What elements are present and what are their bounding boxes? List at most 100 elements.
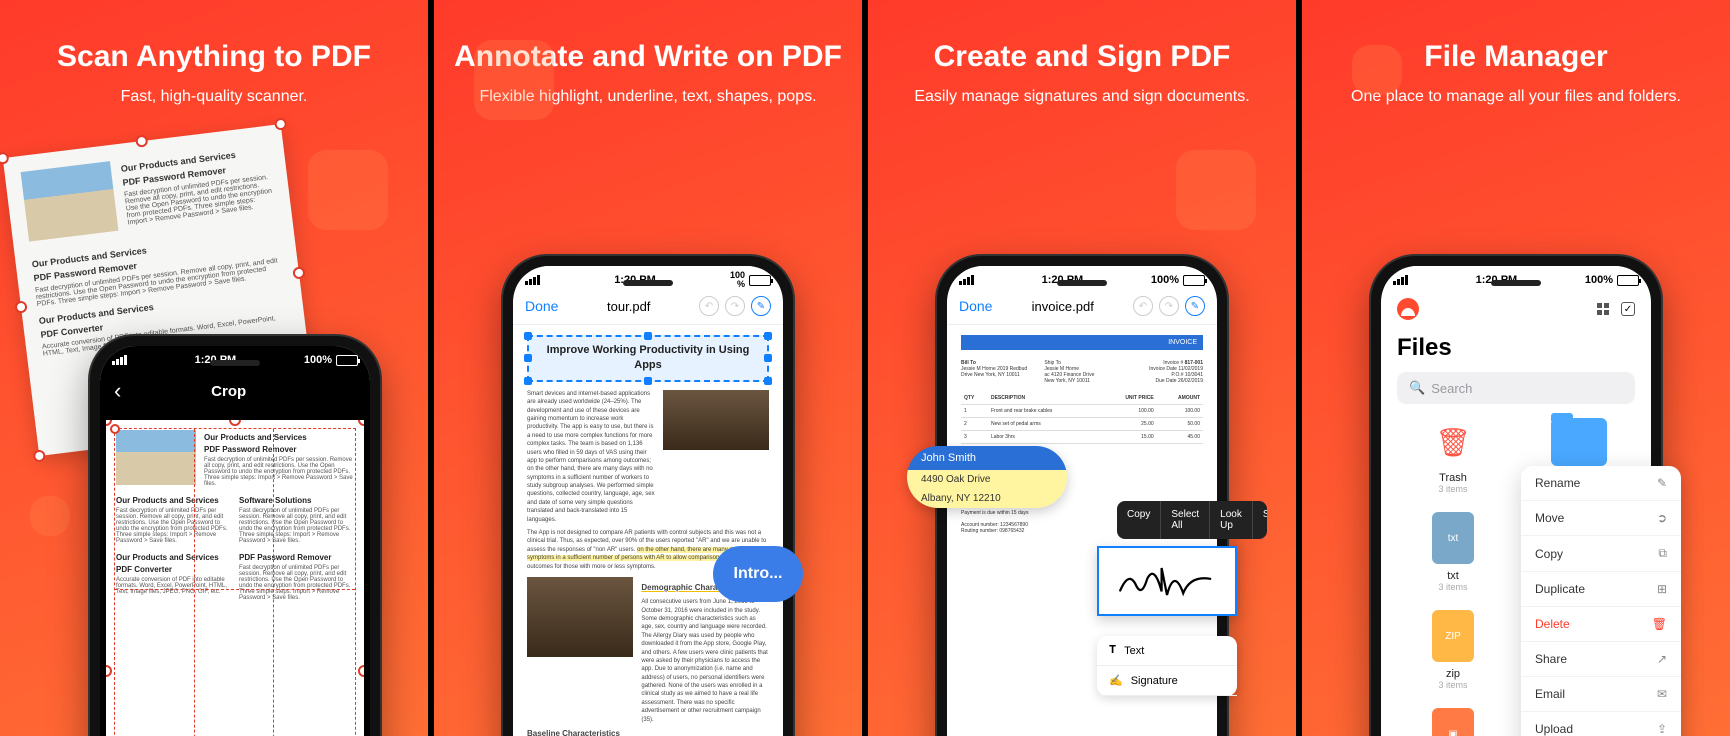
file-name: Trash [1439,472,1467,484]
statusbar-battery-pct: 100% [304,354,332,366]
signer-name: John Smith [907,446,1067,470]
delete-icon: 🗑 [1652,617,1667,631]
file-meta: 3 items [1438,582,1467,592]
doc-image [527,577,633,657]
file-item[interactable]: txttxt3 items [1397,512,1509,592]
pdf-toolbar: Done tour.pdf ↶ ↷ ✎ [513,288,783,325]
ctx-rename[interactable]: Rename✎ [1521,466,1681,501]
body-text: All consecutive users from June 1, 2016 … [641,598,769,724]
trash-icon: 🗑 [1425,418,1481,466]
sign-options-popover: 𝐓Text ✍Signature [1097,636,1237,696]
statusbar-battery-pct: 100% [1585,274,1613,286]
pen-tool-button[interactable]: ✎ [751,296,771,316]
undo-button[interactable]: ↶ [699,296,719,316]
bg-deco [1176,150,1256,230]
headline: File Manager [1414,40,1617,74]
file-item[interactable]: 🗑 Trash3 items [1397,418,1509,494]
battery-icon [749,275,771,286]
search-icon: 🔍 [1409,380,1425,396]
signature-icon: ✍ [1109,674,1123,687]
ship-to: Ship To Jessie M Horne ac 4120 Finance D… [1044,360,1119,384]
ctx-share[interactable]: Share↗ [1521,642,1681,677]
invoice-table: QTYDESCRIPTIONUNIT PRICEAMOUNT 1Front an… [961,392,1203,444]
rename-icon: ✎ [1657,476,1667,490]
ctx-email[interactable]: Email✉ [1521,677,1681,712]
statusbar-battery-pct: 100% [1151,274,1179,286]
address-magnifier: John Smith 4490 Oak Drive Albany, NY 122… [907,446,1067,508]
file-item[interactable]: ZIP zip3 items [1397,610,1509,690]
ctx-copy[interactable]: Copy⧉ [1521,536,1681,572]
file-name: zip [1446,668,1460,680]
redo-button[interactable]: ↷ [725,296,745,316]
battery-icon [1617,275,1639,286]
signal-icon [1393,275,1408,285]
share-icon: ↗ [1657,652,1667,666]
annotation-text: Improve Working Productivity in Using Ap… [547,344,750,371]
ctx-duplicate[interactable]: Duplicate⊞ [1521,572,1681,607]
upload-icon: ⇪ [1657,722,1667,736]
section-heading: Baseline Characteristics [527,728,769,736]
battery-icon [1183,275,1205,286]
invoice-banner: INVOICE [961,335,1203,350]
ctx-look-up[interactable]: Look Up [1210,501,1253,539]
sign-option-signature[interactable]: ✍Signature [1097,666,1237,696]
file-name: txt [1447,570,1459,582]
page-title: Files [1381,330,1651,372]
text-context-menu: Copy Select All Look Up Share... Highlig… [1117,501,1267,539]
terms-text: Payment is due within 15 days [961,510,1029,516]
popup-annotation[interactable]: Intro... [713,546,803,602]
sign-option-text[interactable]: 𝐓Text [1097,636,1237,666]
signature-annotation-selected[interactable] [1097,546,1237,616]
undo-button[interactable]: ↶ [1133,296,1153,316]
done-button[interactable]: Done [959,298,992,314]
ctx-delete[interactable]: Delete🗑 [1521,607,1681,642]
done-button[interactable]: Done [525,298,558,314]
promo-panel-sign: Create and Sign PDF Easily manage signat… [868,0,1296,736]
headline: Scan Anything to PDF [47,40,381,74]
crop-handles[interactable] [106,420,364,736]
ctx-select-all[interactable]: Select All [1161,501,1210,539]
text-icon: 𝐓 [1109,644,1116,657]
signal-icon [525,275,540,285]
file-meta: 3 items [1438,484,1467,494]
address-line: 4490 Oak Drive [907,470,1067,489]
email-icon: ✉ [1657,687,1667,701]
folder-icon [1551,418,1607,466]
ctx-share[interactable]: Share... [1253,501,1267,539]
file-meta: 3 items [1438,680,1467,690]
pdf-viewport[interactable]: Improve Working Productivity in Using Ap… [513,325,783,736]
file-icon: ZIP [1432,610,1474,662]
phone-mockup: 1:20 PM 100% ✓ Files 🔍 Search 🗑Trash3 it… [1371,256,1661,736]
file-icon: txt [1432,512,1474,564]
subline: Fast, high-quality scanner. [91,86,338,108]
body-text: Smart devices and internet-based applica… [527,390,655,524]
ctx-move[interactable]: Move➲ [1521,501,1681,536]
bg-deco [474,40,554,120]
file-item[interactable]: ▣pptx3 items [1397,708,1509,736]
promo-panel-scan: Scan Anything to PDF Fast, high-quality … [0,0,428,736]
signal-icon [959,275,974,285]
phone-mockup: John Smith 4490 Oak Drive Albany, NY 122… [937,256,1227,736]
battery-icon [336,355,358,366]
search-placeholder: Search [1431,381,1472,396]
grid-view-button[interactable] [1597,303,1609,315]
pen-tool-button[interactable]: ✎ [1185,296,1205,316]
phone-mockup: 1:20 PM 100% ‹ Crop Our Products and Ser… [90,336,380,736]
address-line: Albany, NY 12210 [907,489,1067,508]
text-annotation-selected[interactable]: Improve Working Productivity in Using Ap… [527,335,769,382]
bg-deco [308,150,388,230]
phone-mockup: 1:20 PM 100% Done tour.pdf ↶ ↷ ✎ Improve… [503,256,793,736]
document-title: tour.pdf [607,299,650,314]
select-button[interactable]: ✓ [1621,302,1635,316]
screen-title: Crop [211,383,246,400]
subline: Easily manage signatures and sign docume… [884,86,1279,108]
search-input[interactable]: 🔍 Search [1397,372,1635,404]
redo-button[interactable]: ↷ [1159,296,1179,316]
back-button[interactable]: ‹ [114,378,121,404]
ctx-copy[interactable]: Copy [1117,501,1161,539]
ctx-upload[interactable]: Upload⇪ [1521,712,1681,736]
pdf-toolbar: Done invoice.pdf ↶ ↷ ✎ [947,288,1217,325]
app-logo-icon [1397,298,1419,320]
invoice-info: Invoice # 817-001 Invoice Date 11/02/201… [1128,360,1203,384]
crop-preview[interactable]: Our Products and ServicesPDF Password Re… [106,420,364,736]
